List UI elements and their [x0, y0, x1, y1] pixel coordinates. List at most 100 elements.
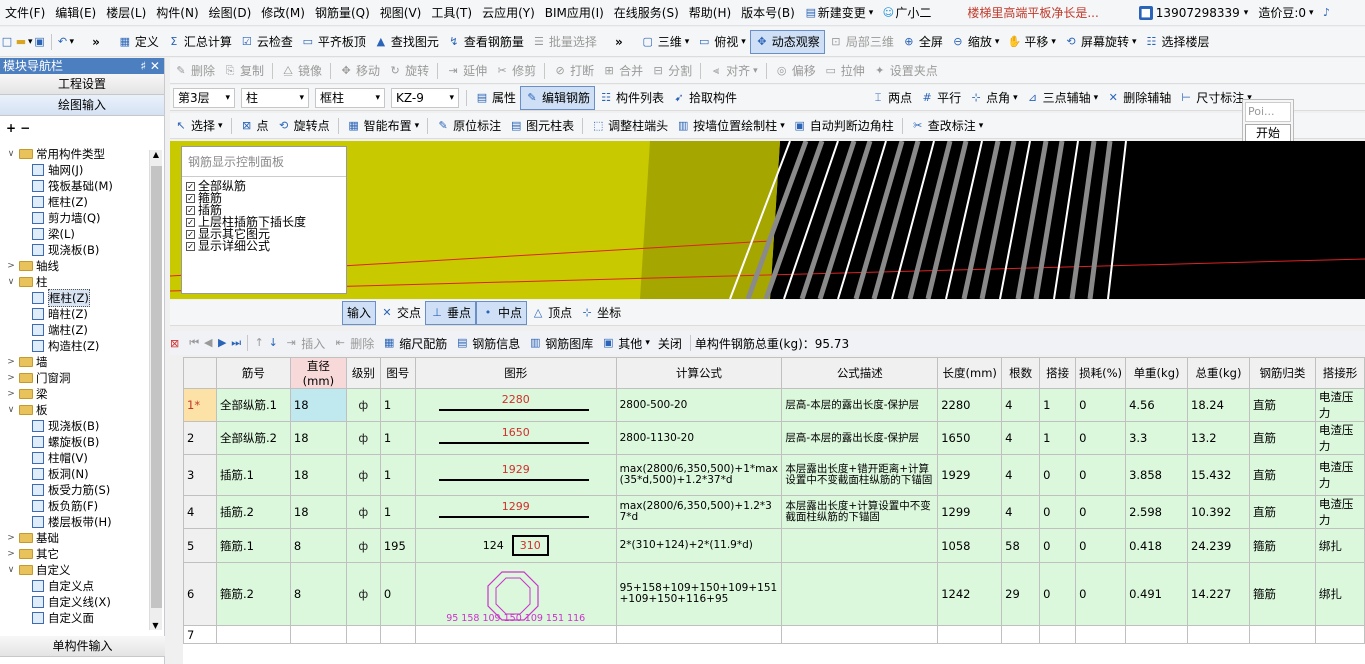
tree-item[interactable]: 轴网(J) [0, 162, 150, 178]
snap-button-3[interactable]: △ 顶点 [527, 301, 576, 325]
collapse-icon[interactable]: ∨ [6, 274, 16, 290]
tree-folder[interactable]: ∨ 自定义 [0, 562, 150, 578]
table-row[interactable]: 4 插筋.2 18 ф 1 1299 max(2800/6,350,500)+1.2*37*… [183, 495, 1365, 529]
expand-icon[interactable]: > [6, 530, 16, 546]
column-header[interactable]: 公式描述 [781, 357, 939, 389]
tree-item[interactable]: 楼层板带(H) [0, 514, 150, 530]
edit-button-2[interactable]: ⧋ 镜像 [277, 59, 326, 83]
snap-button-0[interactable]: ✕ 交点 [376, 301, 425, 325]
cell-loss[interactable]: 0 [1075, 562, 1127, 626]
notice-link[interactable]: 楼梯里高端平板净长是... [967, 4, 1098, 21]
cell-desc[interactable]: 本层露出长度+错开距离+计算设置中不变截面柱纵筋的下锚固 [781, 454, 939, 496]
tree-item[interactable]: 端柱(Z) [0, 322, 150, 338]
draw-input-button[interactable]: 绘图输入 [0, 95, 164, 116]
3d-scene[interactable] [170, 141, 1365, 299]
column-header[interactable]: 级别 [345, 357, 381, 389]
prev-record-icon[interactable]: ◀ [201, 336, 215, 350]
tree-folder[interactable]: > 基础 [0, 530, 150, 546]
rebar-tool-5[interactable]: ▣ 其他 ▾ [597, 331, 654, 355]
cell-desc[interactable] [781, 562, 939, 626]
draw-button-9[interactable]: ✂ 查改标注 ▾ [907, 114, 988, 138]
cell-cls[interactable]: 直筋 [1248, 495, 1316, 529]
cell-fig[interactable]: 1 [379, 495, 416, 529]
cell-loss[interactable]: 0 [1075, 528, 1127, 563]
cell-g[interactable]: ф [345, 562, 381, 626]
collapse-icon[interactable]: ∨ [6, 146, 16, 162]
axis-tool-1[interactable]: # 平行 [916, 86, 965, 110]
cell-shape[interactable]: 2280 [414, 388, 617, 422]
menu-item-5[interactable]: 修改(M) [256, 0, 310, 26]
cell-tw[interactable]: 10.392 [1187, 495, 1250, 529]
cell-desc[interactable] [781, 528, 939, 563]
edit-button-7[interactable]: ⊘ 打断 [549, 59, 598, 83]
toolbar1-button-5[interactable]: ↯ 查看钢筋量 [443, 30, 528, 54]
new-change-button[interactable]: ▤ 新建变更 ▾ [804, 4, 874, 21]
cell-d[interactable]: 8 [289, 528, 347, 563]
axis-tool-4[interactable]: ✕ 删除辅轴 [1102, 86, 1175, 110]
scroll-up-icon[interactable]: ▲ [150, 150, 162, 159]
cell-shape[interactable]: 124 310 [414, 528, 617, 563]
cell-desc[interactable]: 层高-本层的露出长度-保护层 [781, 421, 939, 455]
cell-uw[interactable] [1125, 625, 1189, 644]
edit-button-4[interactable]: ↻ 旋转 [384, 59, 433, 83]
cell-formula[interactable]: 95+158+109+150+109+151+109+150+116+95 [615, 562, 783, 626]
cell-shape[interactable]: 1650 [414, 421, 617, 455]
tree-folder[interactable]: ∨ 常用构件类型 [0, 146, 150, 162]
row-number[interactable]: 7 [183, 625, 217, 644]
overflow-icon[interactable]: » [615, 35, 623, 49]
cell-loss[interactable]: 0 [1075, 388, 1127, 422]
tree-item[interactable]: 梁(L) [0, 226, 150, 242]
component-button-3[interactable]: ➹ 拾取构件 [668, 86, 741, 110]
cell-name[interactable]: 全部纵筋.2 [215, 421, 291, 455]
menu-item-0[interactable]: 文件(F) [0, 0, 50, 26]
draw-button-6[interactable]: ⬚ 调整柱端头 [587, 114, 672, 138]
rebar-tool-3[interactable]: ▤ 钢筋信息 [451, 331, 524, 355]
toolbar1-button-13[interactable]: ✋ 平移 ▾ [1003, 30, 1060, 54]
tree-item[interactable]: 框柱(Z) [0, 194, 150, 210]
table-row[interactable]: 5 箍筋.1 8 ф 195 124 310 2*(310+124)+2*(11.9*d) 10… [183, 528, 1365, 563]
row-number[interactable]: 3 [183, 454, 217, 496]
cell-d[interactable]: 8 [289, 562, 347, 626]
column-header[interactable]: 根数 [1001, 357, 1041, 389]
cell-tw[interactable]: 24.239 [1187, 528, 1250, 563]
toolbar1-button-2[interactable]: ☑ 云检查 [236, 30, 297, 54]
column-header[interactable]: 长度(mm) [937, 357, 1003, 389]
edit-button-5[interactable]: ⇥ 延伸 [442, 59, 491, 83]
3d-view-canvas[interactable] [170, 141, 1365, 299]
column-header[interactable]: 直径(mm) [289, 357, 347, 389]
tree-item[interactable]: 螺旋板(B) [0, 434, 150, 450]
expand-all-icon[interactable]: + [6, 121, 16, 135]
row-number[interactable]: 4 [183, 495, 217, 529]
tree-folder[interactable]: > 轴线 [0, 258, 150, 274]
draw-button-4[interactable]: ✎ 原位标注 [432, 114, 505, 138]
cell-name[interactable]: 箍筋.1 [215, 528, 291, 563]
cell-desc[interactable]: 本层露出长度+计算设置中不变截面柱纵筋的下锚固 [781, 495, 939, 529]
cell-fig[interactable]: 0 [379, 562, 416, 626]
cell-lap[interactable]: 0 [1039, 495, 1077, 529]
column-header[interactable]: 计算公式 [615, 357, 783, 389]
component-button-0[interactable]: ▤ 属性 [471, 86, 520, 110]
cell-lt[interactable]: 电渣压力 [1314, 495, 1365, 529]
edit-button-6[interactable]: ✂ 修剪 [491, 59, 540, 83]
tree-folder[interactable]: > 其它 [0, 546, 150, 562]
cell-len[interactable]: 1058 [937, 528, 1003, 563]
tree-scrollbar[interactable]: ▲ ▼ [149, 150, 162, 630]
cell-uw[interactable]: 0.418 [1125, 528, 1189, 563]
draw-button-7[interactable]: ▥ 按墙位置绘制柱 ▾ [672, 114, 789, 138]
tree-item[interactable]: 构造柱(Z) [0, 338, 150, 354]
cell-g[interactable] [345, 625, 381, 644]
cell-tw[interactable]: 15.432 [1187, 454, 1250, 496]
table-row[interactable]: 3 插筋.1 18 ф 1 1929 max(2800/6,350,500)+1*max(3… [183, 454, 1365, 496]
row-number[interactable]: 2 [183, 421, 217, 455]
tree-item[interactable]: 自定义面 [0, 610, 150, 626]
menu-item-2[interactable]: 楼层(L) [101, 0, 151, 26]
edit-button-9[interactable]: ⊟ 分割 [647, 59, 696, 83]
cell-formula[interactable]: 2800-1130-20 [615, 421, 783, 455]
cell-cls[interactable]: 箍筋 [1248, 562, 1316, 626]
cell-name[interactable]: 插筋.1 [215, 454, 291, 496]
cell-cnt[interactable]: 29 [1001, 562, 1041, 626]
close-grid-icon[interactable]: ⊠ [170, 337, 179, 350]
cell-lt[interactable]: 电渣压力 [1314, 421, 1365, 455]
cell-d[interactable]: 18 [289, 495, 347, 529]
cell-tw[interactable] [1187, 625, 1250, 644]
